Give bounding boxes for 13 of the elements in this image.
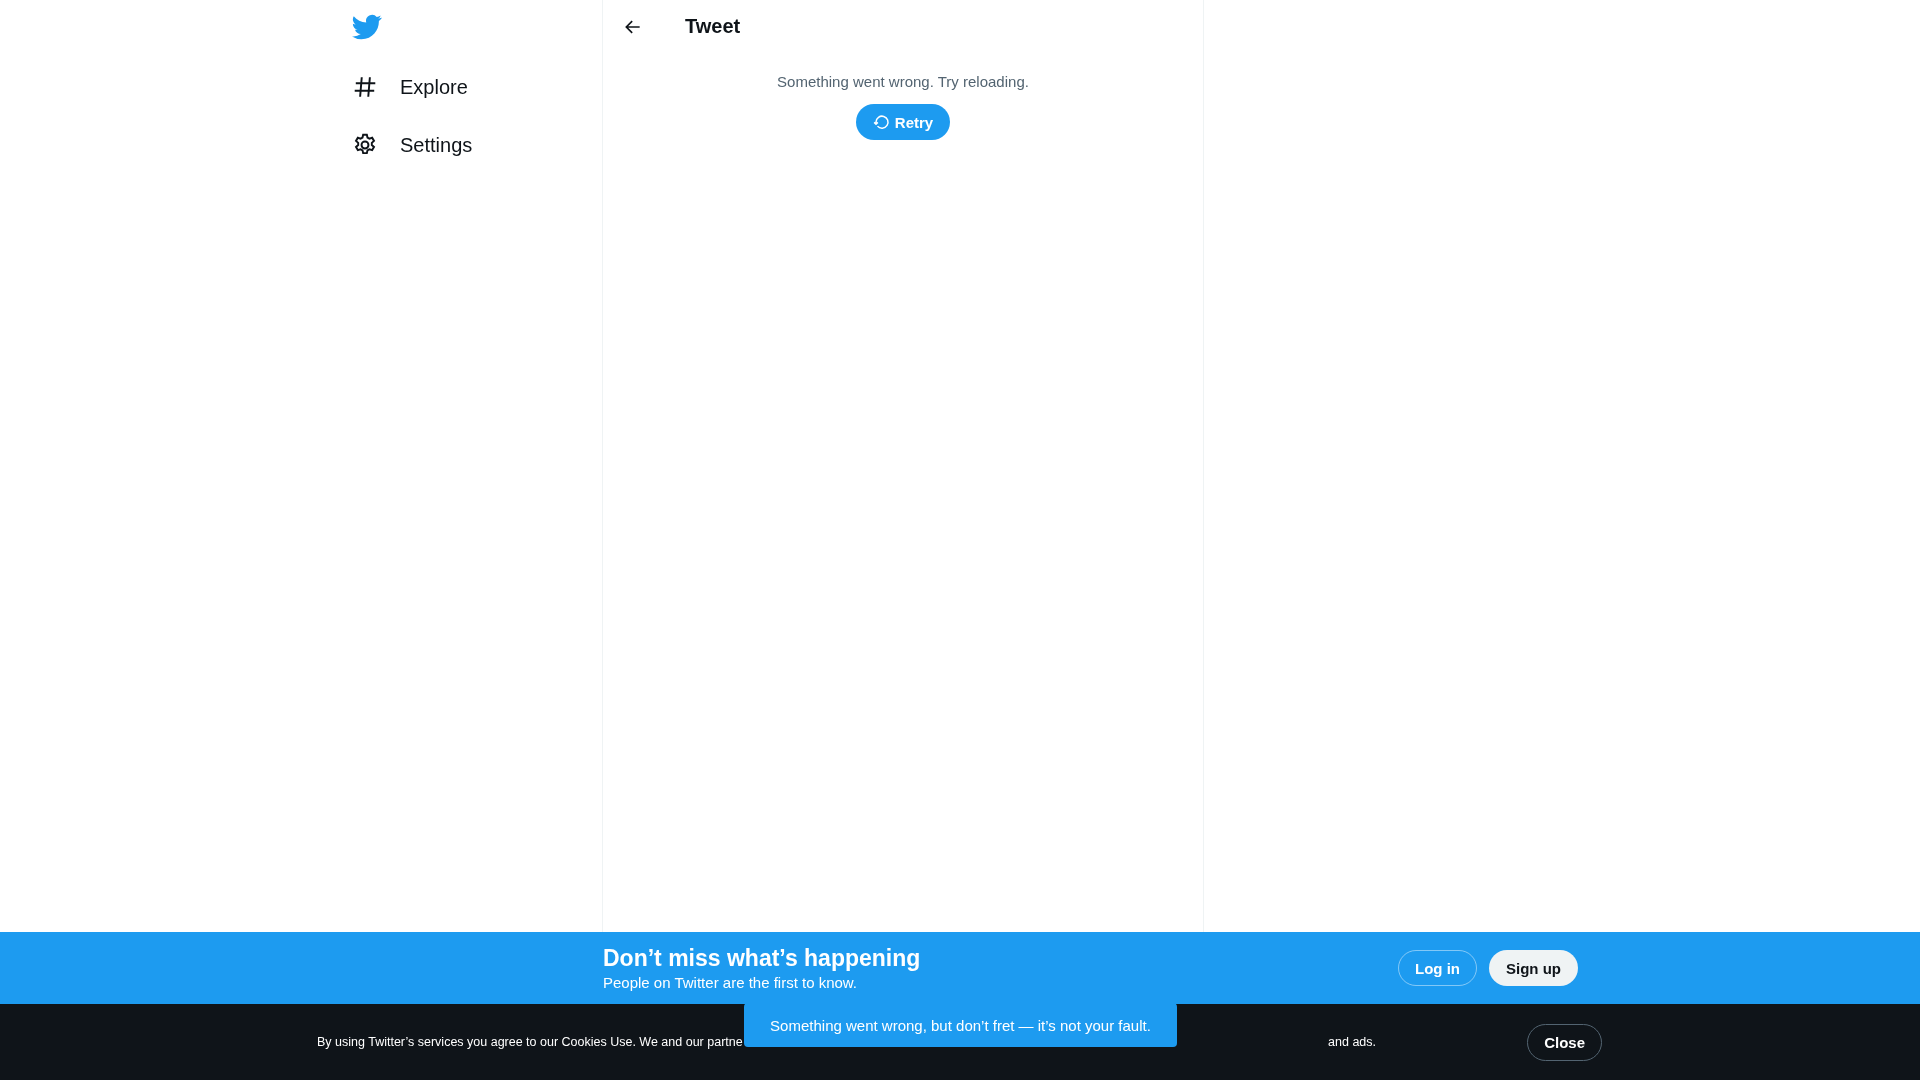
cookie-text: and ads. <box>1328 1035 1377 1049</box>
page-title: Tweet <box>685 15 741 38</box>
refresh-icon <box>872 113 891 131</box>
sign-up-button[interactable]: Sign up <box>1489 950 1578 986</box>
error-toast: Something went wrong, but don’t fret — it’s not your fault. <box>744 1003 1177 1047</box>
cookie-text: By using Twitter’s services you agree to our Cookies Use. We and our partne <box>317 1035 744 1049</box>
error-message: Something went wrong. Try reloading. <box>777 73 1029 90</box>
nav-item[interactable]: Explore <box>352 58 602 116</box>
bird-logo-icon[interactable] <box>352 12 382 42</box>
banner-subtitle: People on Twitter are the first to know. <box>603 974 859 991</box>
hashtag-icon <box>352 74 378 100</box>
nav-item[interactable]: Settings <box>352 116 602 174</box>
banner-title: Don’t miss what’s happening <box>603 945 921 972</box>
